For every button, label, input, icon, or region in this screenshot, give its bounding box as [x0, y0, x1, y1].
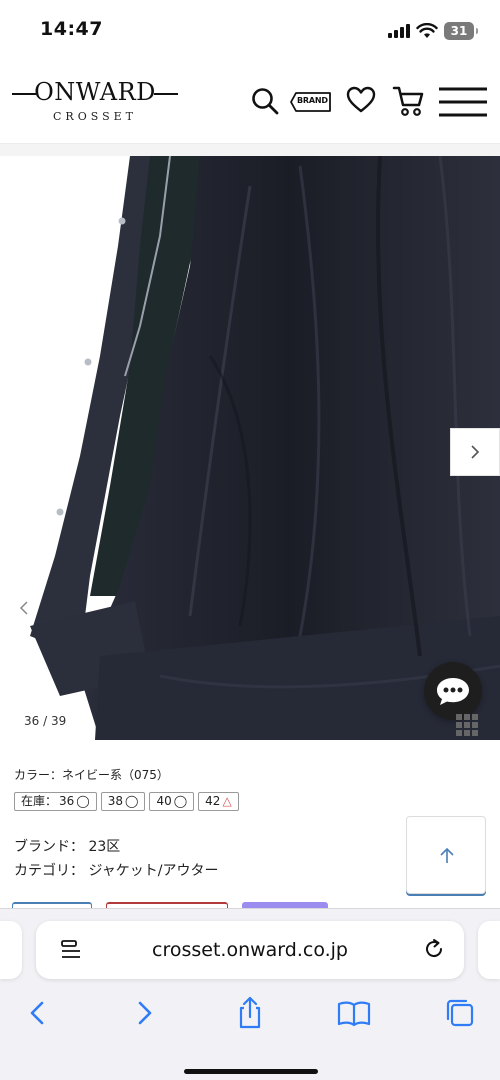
brand-tag-label: BRAND [297, 96, 328, 105]
stock-chip-38[interactable]: 38 ◯ [100, 792, 146, 811]
site-header: ONWARD CROSSET BRAND [0, 60, 500, 144]
status-time: 14:47 [40, 18, 103, 40]
forward-icon[interactable] [124, 993, 164, 1033]
chevron-right-icon [471, 445, 480, 459]
brand-button[interactable]: BRAND [290, 91, 332, 113]
tabs-icon[interactable] [440, 993, 480, 1033]
in-stock-mark: ◯ [76, 794, 90, 808]
browser-toolbar: crosset.onward.co.jp [0, 908, 500, 1080]
brand-info: ブランド： 23区 [14, 839, 121, 855]
stock-chip-42[interactable]: 42 △ [198, 792, 239, 811]
status-icons: 31 [388, 20, 478, 42]
scroll-to-top-button[interactable] [406, 816, 486, 894]
stock-chip-36[interactable]: 在庫： 36 ◯ [14, 792, 97, 811]
onward-crosset-logo[interactable]: ONWARD CROSSET [12, 78, 178, 128]
cart-icon[interactable] [392, 84, 426, 118]
status-bar: 14:47 31 [0, 0, 500, 60]
cellular-signal-icon [388, 24, 410, 38]
arrow-up-icon [440, 847, 454, 863]
favorite-heart-icon[interactable] [346, 86, 376, 114]
product-photo-jacket [30, 156, 500, 740]
low-stock-mark: △ [222, 794, 232, 808]
bookmarks-icon[interactable] [334, 993, 374, 1033]
previous-tab-edge[interactable] [0, 921, 22, 979]
in-stock-mark: ◯ [173, 794, 188, 808]
battery-icon: 31 [444, 22, 478, 40]
search-icon[interactable] [250, 86, 280, 116]
reload-icon[interactable] [422, 937, 446, 961]
size-value: 40 [156, 794, 172, 808]
size-value: 42 [205, 794, 221, 808]
battery-level: 31 [450, 24, 468, 38]
url-text: crosset.onward.co.jp [152, 939, 348, 961]
stock-availability: 在庫： 36 ◯ 38 ◯ 40 ◯ 42 △ [14, 792, 239, 811]
thumbnail-grid-icon[interactable] [454, 712, 480, 738]
size-value: 36 [59, 794, 75, 808]
hamburger-menu-icon[interactable] [438, 86, 488, 118]
logo-wordmark: ONWARD [34, 78, 156, 106]
size-value: 38 [107, 794, 124, 808]
category-info: カテゴリ： ジャケット/アウター [14, 863, 219, 879]
stock-chip-40[interactable]: 40 ◯ [149, 792, 195, 811]
product-image-carousel[interactable] [0, 156, 500, 740]
image-counter: 36 / 39 [24, 714, 67, 728]
home-indicator [184, 1069, 318, 1074]
carousel-prev-button[interactable] [10, 584, 38, 632]
header-gap [0, 144, 500, 156]
logo-subtitle: CROSSET [53, 110, 137, 123]
wifi-icon [416, 23, 438, 38]
color-label: カラー：ネイビー系（075） [14, 768, 169, 782]
next-tab-edge[interactable] [478, 921, 500, 979]
carousel-next-button[interactable] [450, 428, 500, 476]
back-icon[interactable] [18, 993, 58, 1033]
share-icon[interactable] [230, 993, 270, 1033]
in-stock-mark: ◯ [125, 794, 139, 808]
address-bar[interactable]: crosset.onward.co.jp [36, 921, 464, 979]
stock-label: 在庫： [21, 794, 58, 808]
